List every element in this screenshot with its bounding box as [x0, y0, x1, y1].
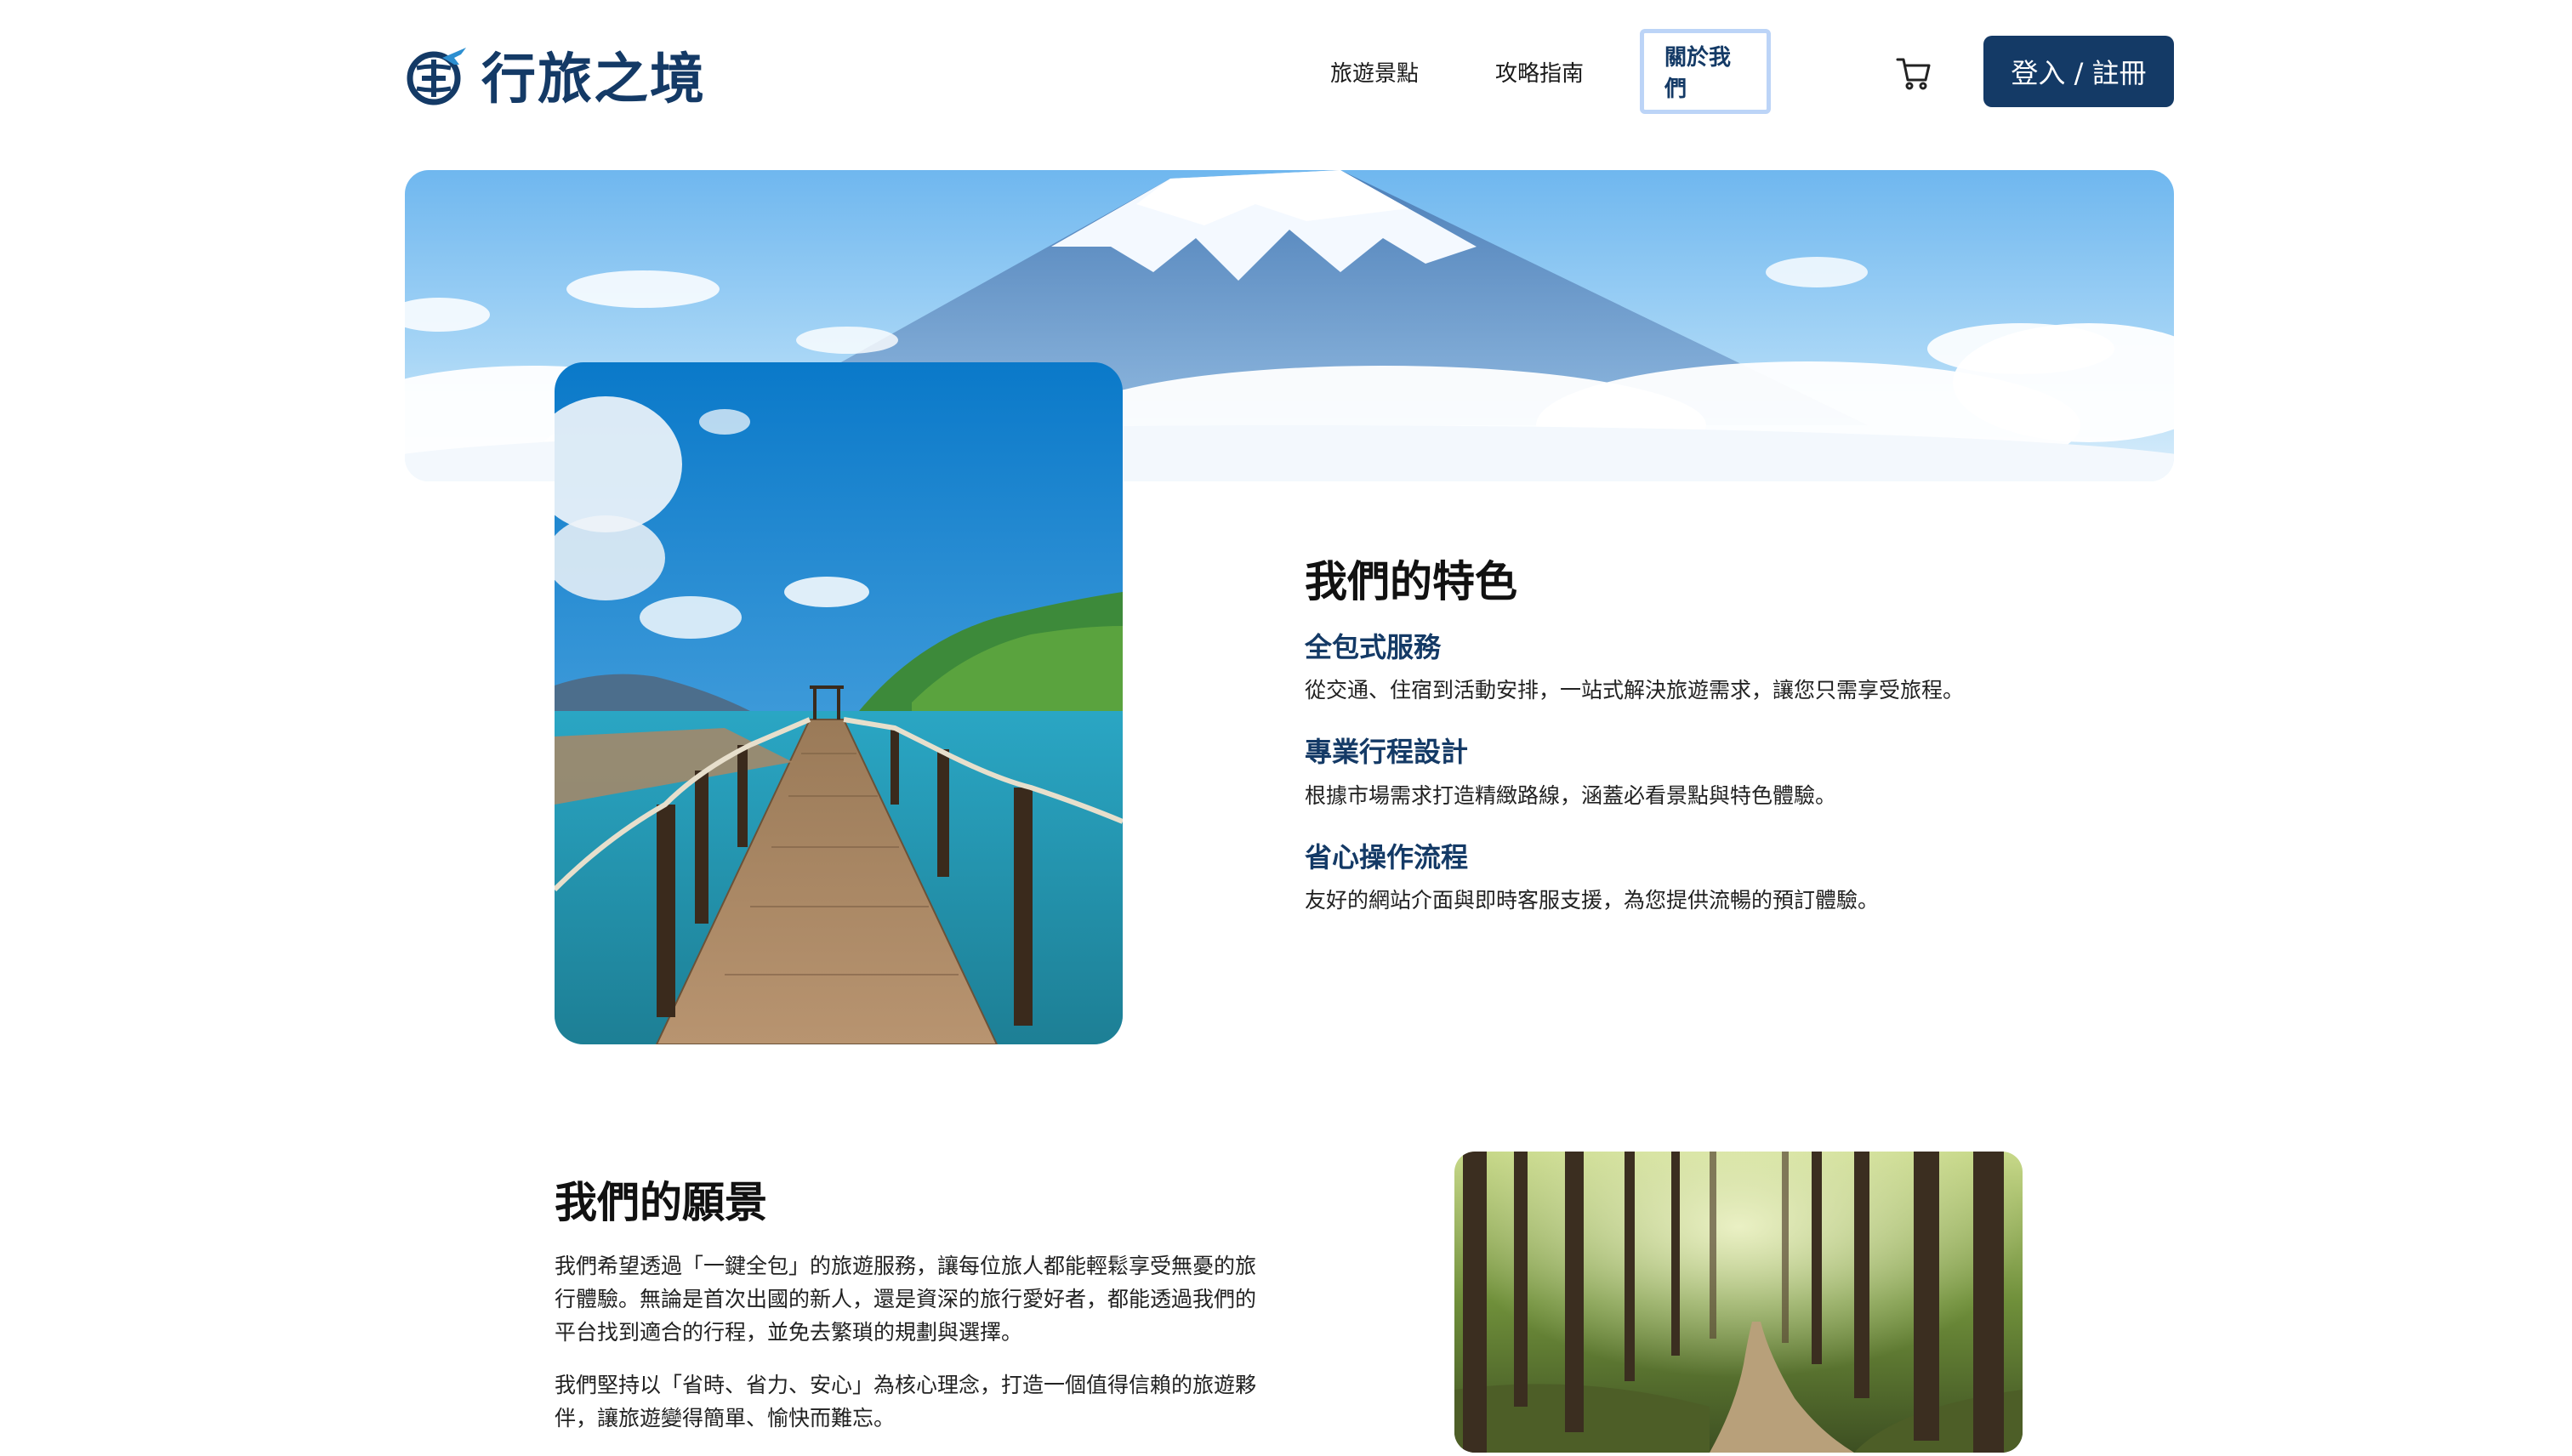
main-nav: 旅遊景點 攻略指南 關於我們: [1310, 29, 1807, 114]
features-section: 我們的特色 全包式服務 從交通、住宿到活動安排，一站式解決旅遊需求，讓您只需享受…: [1305, 556, 2070, 946]
feature-desc: 從交通、住宿到活動安排，一站式解決旅遊需求，讓您只需享受旅程。: [1305, 678, 1965, 703]
forest-path-photo: [1454, 1152, 2023, 1453]
vision-section: 我們的願景 我們希望透過「一鍵全包」的旅遊服務，讓每位旅人都能輕鬆享受無憂的旅行…: [555, 1177, 1260, 1456]
login-register-button[interactable]: 登入 / 註冊: [1983, 36, 2174, 107]
pier-image: [555, 362, 1123, 1044]
vision-paragraph: 我們希望透過「一鍵全包」的旅遊服務，讓每位旅人都能輕鬆享受無憂的旅行體驗。無論是…: [555, 1254, 1257, 1345]
feature-title: 省心操作流程: [1305, 840, 1469, 873]
globe-plane-icon: [407, 48, 466, 105]
forest-image: [1454, 1152, 2023, 1453]
nav-item-guides[interactable]: 攻略指南: [1475, 29, 1604, 114]
cart-icon[interactable]: [1895, 54, 1932, 92]
feature-title: 全包式服務: [1305, 631, 1442, 663]
feature-item: 專業行程設計 根據市場需求打造精緻路線，涵蓋必看景點與特色體驗。: [1305, 736, 2070, 810]
feature-desc: 友好的網站介面與即時客服支援，為您提供流暢的預訂體驗。: [1305, 888, 1880, 913]
feature-title: 專業行程設計: [1305, 736, 1469, 769]
nav-item-about-us[interactable]: 關於我們: [1640, 29, 1772, 114]
nav-item-attractions[interactable]: 旅遊景點: [1310, 29, 1439, 114]
wooden-pier-photo: [555, 362, 1123, 1044]
vision-title: 我們的願景: [555, 1177, 767, 1227]
vision-paragraph: 我們堅持以「省時、省力、安心」為核心理念，打造一個值得信賴的旅遊夥伴，讓旅遊變得…: [555, 1373, 1257, 1430]
features-title: 我們的特色: [1305, 556, 1517, 606]
feature-desc: 根據市場需求打造精緻路線，涵蓋必看景點與特色體驗。: [1305, 782, 1837, 808]
feature-item: 省心操作流程 友好的網站介面與即時客服支援，為您提供流暢的預訂體驗。: [1305, 841, 2070, 915]
brand-name: 行旅之境: [481, 48, 706, 111]
brand-logo[interactable]: 行旅之境: [405, 36, 706, 114]
site-header: 行旅之境 旅遊景點 攻略指南 關於我們 登入 / 註冊: [0, 0, 2572, 145]
feature-item: 全包式服務 從交通、住宿到活動安排，一站式解決旅遊需求，讓您只需享受旅程。: [1305, 631, 2070, 705]
